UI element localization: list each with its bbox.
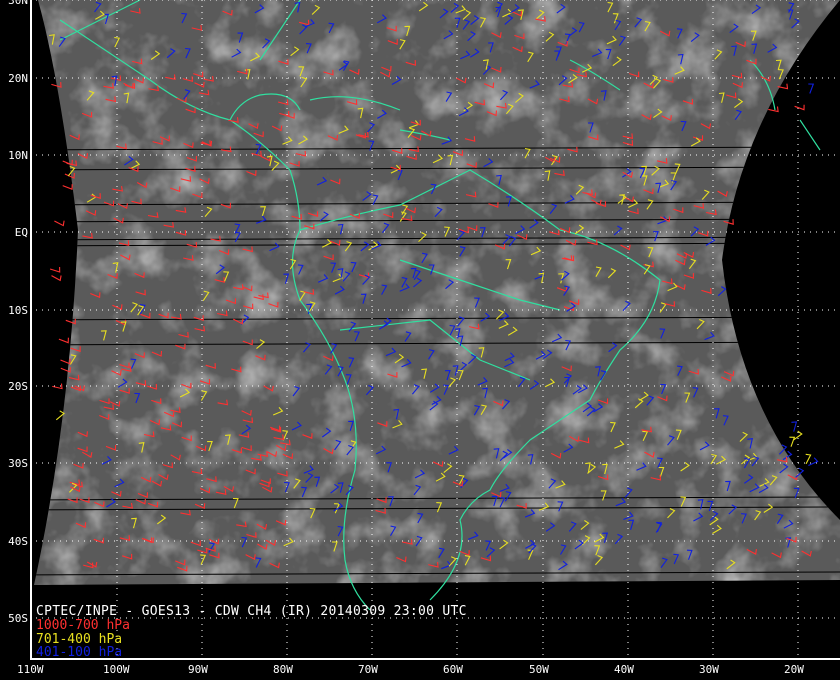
legend-high-level: 401-100 hPa [36, 645, 123, 660]
lat-label: 20S [8, 380, 28, 393]
lon-label: 80W [273, 663, 293, 676]
lon-label: 90W [188, 663, 208, 676]
lon-label: 50W [529, 663, 549, 676]
lon-label: 60W [443, 663, 463, 676]
wind-barb [60, 358, 71, 365]
wind-barb [791, 421, 798, 432]
wind-barb [808, 457, 819, 467]
wind-barb [789, 436, 796, 447]
legend-low-level: 1000-700 hPa [36, 618, 130, 633]
lat-label: 50S [8, 612, 28, 625]
wind-barb [794, 104, 805, 111]
lon-label: 20W [784, 663, 804, 676]
lat-label: 30S [8, 457, 28, 470]
lat-label: 10S [8, 304, 28, 317]
map-canvas [30, 0, 840, 660]
lon-label: 70W [358, 663, 378, 676]
wind-barb [49, 266, 61, 273]
lat-label: EQ [14, 226, 28, 239]
lat-label: 40S [8, 535, 28, 548]
wind-barb [62, 184, 73, 190]
wind-barb [768, 106, 779, 113]
lon-label: 40W [614, 663, 634, 676]
wind-barb [54, 220, 65, 227]
lat-label: 20N [8, 72, 28, 85]
lon-label: 100W [103, 663, 130, 676]
lat-label: 10N [8, 149, 28, 162]
lon-label: 30W [699, 663, 719, 676]
wind-barb [805, 453, 812, 465]
map-title: CPTEC/INPE - GOES13 - CDW CH4 (IR) 20140… [36, 604, 467, 619]
wind-barb [51, 275, 62, 282]
lon-label: 110W [17, 663, 44, 676]
satellite-image [34, 0, 840, 585]
satellite-wind-map: CPTEC/INPE - GOES13 - CDW CH4 (IR) 20140… [0, 0, 840, 680]
wind-barb [808, 83, 815, 94]
wind-barb [58, 337, 69, 344]
lat-label: 30N [8, 0, 28, 7]
